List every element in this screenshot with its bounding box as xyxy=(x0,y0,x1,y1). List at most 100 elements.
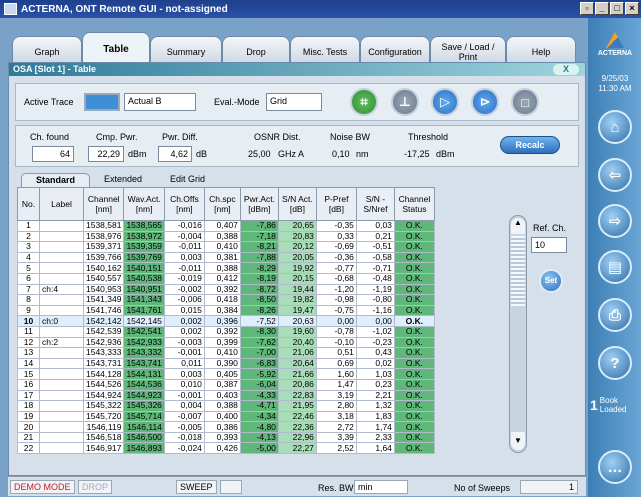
stop-icon[interactable]: □ xyxy=(511,88,539,116)
table-row[interactable]: 4 1539,766 1539,769 0,003 0,381 -7,88 20,05 -0,… xyxy=(17,251,435,264)
col-channel-status[interactable]: Channel Status xyxy=(393,187,435,221)
table-cell: 20,05 xyxy=(277,251,317,264)
table-cell: 19,60 xyxy=(277,325,317,338)
marker-icon[interactable]: ⌗ xyxy=(350,88,378,116)
table-row[interactable]: 11 1542,539 1542,541 0,002 0,392 -8,30 19,60 -0… xyxy=(17,325,435,338)
readouts-panel: Ch. found 64 Cmp. Pwr. 22,29 dBm Pwr. Di… xyxy=(15,125,579,167)
col-p-pref[interactable]: P-Pref [dB] xyxy=(315,187,357,221)
table-row[interactable]: 21 1546,518 1546,500 -0,018 0,393 -4,13 22,96 3… xyxy=(17,431,435,444)
close-icon[interactable]: × xyxy=(625,2,639,15)
peak-icon[interactable]: ⊥ xyxy=(391,88,419,116)
table-cell: -0,78 xyxy=(315,325,357,338)
col-sn-snref[interactable]: S/N - S/Nref xyxy=(355,187,395,221)
table-cell: 22,83 xyxy=(277,389,317,402)
table-row[interactable]: 2 1538,976 1538,972 -0,004 0,388 -7,18 20,83 0,… xyxy=(17,230,435,243)
table-cell xyxy=(39,357,84,370)
document-icon[interactable]: ▤ xyxy=(598,250,632,284)
res-bw-value[interactable]: min xyxy=(354,480,408,494)
table-cell: -6,04 xyxy=(239,378,279,391)
active-trace-select[interactable]: Actual B xyxy=(124,93,196,111)
table-cell xyxy=(39,347,84,359)
more-icon[interactable]: … xyxy=(598,450,632,484)
ref-ch-input[interactable]: 10 xyxy=(531,237,567,253)
panel-title: OSA [Slot 1] - Table xyxy=(13,64,97,74)
osnr-unit: GHz A xyxy=(278,149,305,159)
table-row[interactable]: 5 1540,162 1540,151 -0,011 0,388 -8,29 19,92 -0… xyxy=(17,262,435,274)
table-cell xyxy=(39,368,84,380)
table-row[interactable]: 8 1541,349 1541,343 -0,006 0,418 -8,50 19,82 -0… xyxy=(17,294,435,306)
table-row[interactable]: 19 1545,720 1545,714 -0,007 0,400 -4,34 22,46 3… xyxy=(17,410,435,423)
table-cell: O.K. xyxy=(393,294,435,306)
back-icon[interactable]: ⇦ xyxy=(598,158,632,192)
repeat-play-icon[interactable]: ⊳ xyxy=(471,88,499,116)
table-cell: 0,00 xyxy=(315,315,357,327)
minimize-icon[interactable]: _ xyxy=(595,2,609,15)
col-ch-offs[interactable]: Ch.Offs [nm] xyxy=(163,187,205,221)
table-cell xyxy=(39,251,84,264)
play-icon[interactable]: ▷ xyxy=(431,88,459,116)
col-no[interactable]: No. xyxy=(17,187,40,221)
table-row[interactable]: 9 1541,746 1541,761 0,015 0,384 -8,26 19,47 -0,… xyxy=(17,304,435,317)
col-channel[interactable]: Channel [nm] xyxy=(82,187,125,221)
brand-text: ACTERNA xyxy=(597,50,633,57)
table-row[interactable]: 22 1546,917 1546,893 -0,024 0,426 -5,00 22,27 2… xyxy=(17,442,435,455)
datetime: 9/25/03 11:30 AM xyxy=(590,74,640,94)
table-cell: -4,80 xyxy=(239,421,279,433)
table-row[interactable]: 13 1543,333 1543,332 -0,001 0,410 -7,00 21,06 0… xyxy=(17,347,435,359)
table-cell: 3 xyxy=(17,241,40,253)
forward-icon[interactable]: ⇨ xyxy=(598,204,632,238)
col-wav-act[interactable]: Wav.Act. [nm] xyxy=(123,187,165,221)
col-sn-act[interactable]: S/N Act. [dB] xyxy=(277,187,317,221)
table-cell: 1,47 xyxy=(315,378,357,391)
subtab-edit-grid[interactable]: Edit Grid xyxy=(156,173,219,187)
subtab-standard[interactable]: Standard xyxy=(21,173,91,187)
table-cell: -5,00 xyxy=(239,442,279,455)
table-row[interactable]: 20 1546,119 1546,114 -0,005 0,386 -4,80 22,36 2… xyxy=(17,421,435,433)
scroll-up-icon[interactable]: ▲ xyxy=(511,218,525,234)
print-icon[interactable]: ⎙ xyxy=(598,298,632,332)
recalc-button[interactable]: Recalc xyxy=(500,136,560,154)
table-cell: 11 xyxy=(17,325,40,338)
table-row[interactable]: 18 1545,322 1545,326 0,004 0,388 -4,71 21,95 2,… xyxy=(17,400,435,412)
table-cell xyxy=(39,410,84,423)
maximize-icon[interactable]: □ xyxy=(610,2,624,15)
restore-icon[interactable]: ▫ xyxy=(580,2,594,15)
table-cell: 22,46 xyxy=(277,410,317,423)
table-row[interactable]: 15 1544,128 1544,131 0,003 0,405 -5,92 21,66 1,… xyxy=(17,368,435,380)
subtab-extended[interactable]: Extended xyxy=(90,173,156,187)
tab-table[interactable]: Table xyxy=(82,32,150,66)
close-icon[interactable]: X xyxy=(553,64,579,75)
table-cell: 0,396 xyxy=(203,315,241,327)
help-icon[interactable]: ? xyxy=(598,346,632,380)
trace-color-swatch[interactable] xyxy=(84,93,120,111)
table-row[interactable]: 1 1538,581 1538,565 -0,016 0,407 -7,86 20,65 -0… xyxy=(17,220,435,232)
ref-ch-label: Ref. Ch. xyxy=(533,223,567,233)
table-row[interactable]: 6 1540,557 1540,538 -0,019 0,412 -8,19 20,15 -0… xyxy=(17,272,435,285)
col-pwr-act[interactable]: Pwr.Act. [dBm] xyxy=(239,187,279,221)
table-cell: 0,392 xyxy=(203,325,241,338)
col-ch-spc[interactable]: Ch.spc [nm] xyxy=(203,187,241,221)
table-row[interactable]: 17 1544,924 1544,923 -0,001 0,403 -4,33 22,83 3… xyxy=(17,389,435,402)
table-row[interactable]: 16 1544,526 1544,536 0,010 0,387 -6,04 20,86 1,… xyxy=(17,378,435,391)
table-scrollbar[interactable]: ▲ ▼ xyxy=(509,215,527,453)
drop-indicator: DROP xyxy=(78,480,113,494)
table-cell: -1,02 xyxy=(355,325,395,338)
table-cell: 1545,720 xyxy=(82,410,125,423)
table-cell: 1,74 xyxy=(355,421,395,433)
table-cell: 19,92 xyxy=(277,262,317,274)
table-cell: 0,381 xyxy=(203,251,241,264)
table-row[interactable]: 7 ch:4 1540,953 1540,951 -0,002 0,392 -8,72 19,… xyxy=(17,283,435,296)
scroll-thumb[interactable] xyxy=(511,236,525,306)
table-cell: 0,002 xyxy=(163,315,205,327)
home-icon[interactable]: ⌂ xyxy=(598,110,632,144)
col-label[interactable]: Label xyxy=(39,187,84,221)
scroll-down-icon[interactable]: ▼ xyxy=(511,432,525,450)
table-cell: O.K. xyxy=(393,325,435,338)
table-row[interactable]: 12 ch:2 1542,936 1542,933 -0,003 0,399 -7,62 20… xyxy=(17,336,435,349)
table-row[interactable]: 10 ch:0 1542,142 1542,145 0,002 0,396 -7,52 20,… xyxy=(17,315,435,327)
set-ref-button[interactable]: Set xyxy=(539,269,563,293)
table-cell: -0,002 xyxy=(163,283,205,296)
eval-mode-select[interactable]: Grid xyxy=(266,93,322,111)
table-row[interactable]: 3 1539,371 1539,359 -0,011 0,410 -8,21 20,12 -0… xyxy=(17,241,435,253)
table-row[interactable]: 14 1543,731 1543,741 0,011 0,390 -6,83 20,64 0,… xyxy=(17,357,435,370)
